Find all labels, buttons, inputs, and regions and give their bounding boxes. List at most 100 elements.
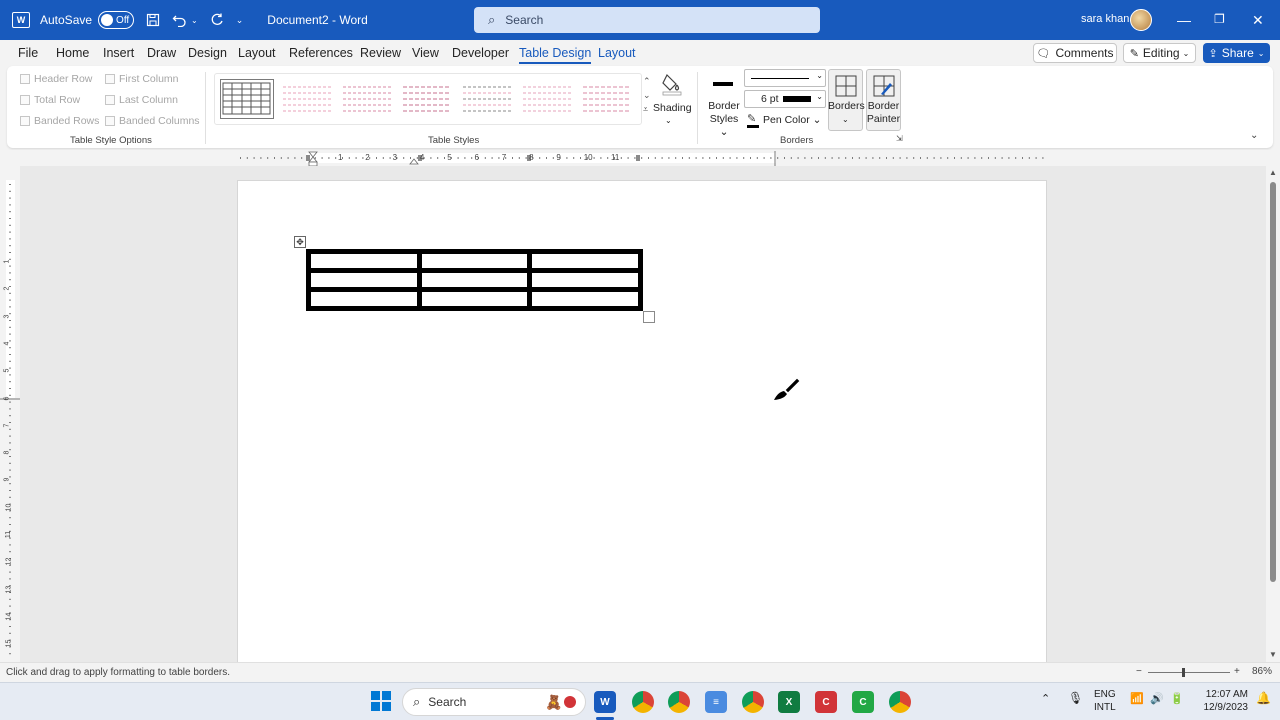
tab-review[interactable]: Review [360, 46, 401, 60]
line-style-preview [751, 78, 809, 79]
search-box[interactable]: ⌕ Search [474, 7, 820, 33]
tab-insert[interactable]: Insert [103, 46, 134, 60]
notification-bell-icon[interactable]: 🔔 [1256, 692, 1271, 705]
chrome-icon-3[interactable] [742, 691, 764, 713]
user-name[interactable]: sara khan [1081, 13, 1129, 25]
table-row [306, 287, 643, 311]
total-row-checkbox[interactable]: Total Row [20, 94, 80, 106]
avatar[interactable] [1130, 9, 1152, 31]
undo-icon[interactable] [172, 13, 188, 27]
taskbar: ⌕ Search 🧸 W ≡ X C C ⌃ 🎙 ENG INTL 📶 🔊 🔋 … [0, 682, 1280, 720]
tab-home[interactable]: Home [56, 46, 89, 60]
table-cell[interactable] [306, 249, 422, 273]
document-table[interactable] [306, 249, 643, 311]
border-styles-button[interactable]: Border Styles ⌄ [705, 70, 745, 138]
table-cell[interactable] [306, 287, 422, 311]
tab-draw[interactable]: Draw [147, 46, 176, 60]
word-taskbar-icon[interactable]: W [594, 691, 616, 713]
customize-toolbar-icon[interactable]: ⌄ [236, 15, 244, 26]
tab-developer[interactable]: Developer [452, 46, 509, 60]
microphone-icon[interactable]: 🎙 [1068, 692, 1083, 705]
zoom-level[interactable]: 86% [1252, 666, 1272, 677]
volume-icon[interactable]: 🔊 [1150, 693, 1164, 706]
borders-dialog-launcher-icon[interactable]: ⇲ [896, 134, 903, 143]
option-label: Last Column [119, 94, 178, 106]
zoom-slider-thumb[interactable] [1182, 668, 1185, 677]
clock[interactable]: 12:07 AM 12/9/2023 [1196, 688, 1249, 714]
ruler-number: 6 [474, 153, 479, 162]
chrome-icon-2[interactable] [668, 691, 690, 713]
camtasia-red-icon[interactable]: C [815, 691, 837, 713]
last-column-checkbox[interactable]: Last Column [105, 94, 178, 106]
editing-button[interactable]: ✎ Editing ⌄ [1123, 43, 1196, 63]
table-style-pink-3[interactable] [400, 79, 454, 119]
chrome-profile-icon[interactable] [889, 691, 911, 713]
table-style-grid-pink[interactable] [280, 79, 334, 119]
save-icon[interactable] [146, 13, 160, 27]
zoom-slider[interactable] [1148, 668, 1230, 677]
comments-label: Comments [1055, 46, 1114, 60]
tab-design[interactable]: Design [188, 46, 227, 60]
table-cell[interactable] [416, 268, 533, 292]
header-row-checkbox[interactable]: Header Row [20, 73, 92, 85]
table-resize-handle[interactable] [643, 311, 655, 323]
undo-dropdown-icon[interactable]: ⌄ [191, 16, 198, 25]
comments-button[interactable]: 🗨 Comments [1033, 43, 1117, 63]
notepad-icon[interactable]: ≡ [705, 691, 727, 713]
border-painter-button[interactable]: Border Painter [866, 69, 901, 131]
table-cell[interactable] [416, 287, 533, 311]
close-icon[interactable]: ✕ [1252, 12, 1264, 29]
restore-icon[interactable]: ❐ [1214, 12, 1225, 26]
zoom-out-button[interactable]: − [1136, 666, 1142, 677]
table-cell[interactable] [416, 249, 533, 273]
windows-start-icon[interactable] [371, 691, 391, 711]
vertical-scrollbar[interactable]: ▲ ▼ [1266, 166, 1280, 662]
tab-file[interactable]: File [18, 46, 38, 60]
chevron-down-icon: ⌄ [816, 92, 823, 101]
redo-icon[interactable] [210, 13, 224, 27]
table-style-pink-4[interactable] [520, 79, 574, 119]
scroll-up-icon[interactable]: ▲ [1269, 168, 1277, 177]
borders-button[interactable]: Borders ⌄ [828, 69, 865, 131]
banded-rows-checkbox[interactable]: Banded Rows [20, 115, 99, 127]
banded-columns-checkbox[interactable]: Banded Columns [105, 115, 200, 127]
first-column-checkbox[interactable]: First Column [105, 73, 179, 85]
tray-chevron-icon[interactable]: ⌃ [1041, 693, 1050, 706]
battery-icon[interactable]: 🔋 [1170, 693, 1184, 706]
table-cell[interactable] [527, 268, 643, 292]
zoom-in-button[interactable]: + [1234, 666, 1240, 677]
minimize-icon[interactable]: — [1177, 12, 1191, 28]
autosave-toggle[interactable]: Off [98, 11, 135, 29]
table-cell[interactable] [306, 268, 422, 292]
table-style-pink-2[interactable] [340, 79, 394, 119]
shading-button[interactable]: Shading ⌄ [653, 70, 692, 126]
word-logo-icon[interactable]: W [12, 12, 30, 28]
line-style-combo[interactable]: ⌄ [744, 69, 826, 87]
scrollbar-thumb[interactable] [1270, 182, 1276, 582]
tab-view[interactable]: View [412, 46, 439, 60]
excel-icon[interactable]: X [778, 691, 800, 713]
table-move-handle-icon[interactable]: ✥ [294, 236, 306, 248]
table-cell[interactable] [527, 287, 643, 311]
gallery-up-icon[interactable]: ⌃ [643, 74, 653, 88]
table-style-pink-5[interactable] [580, 79, 634, 119]
camtasia-green-icon[interactable]: C [852, 691, 874, 713]
tab-layout[interactable]: Layout [238, 46, 276, 60]
tab-table-design[interactable]: Table Design [519, 46, 592, 64]
gallery-more-icon[interactable]: ⩡ [643, 102, 653, 116]
line-weight-combo[interactable]: 6 pt ⌄ [744, 90, 826, 108]
tab-references[interactable]: References [289, 46, 353, 60]
chrome-icon[interactable] [632, 691, 654, 713]
gallery-down-icon[interactable]: ⌄ [643, 88, 653, 102]
taskbar-search[interactable]: ⌕ Search 🧸 [402, 688, 586, 716]
language-indicator[interactable]: ENG INTL [1094, 688, 1116, 714]
scroll-down-icon[interactable]: ▼ [1269, 650, 1277, 659]
table-cell[interactable] [527, 249, 643, 273]
ribbon-collapse-icon[interactable]: ⌄ [1250, 130, 1258, 141]
share-button[interactable]: ⇪ Share ⌄ [1203, 43, 1270, 63]
wifi-icon[interactable]: 📶 [1130, 693, 1144, 706]
table-style-grey-pink[interactable] [460, 79, 514, 119]
pen-color-button[interactable]: ✎ Pen Color ⌄ [747, 113, 821, 129]
table-style-plain-grid[interactable] [220, 79, 274, 119]
tab-table-layout[interactable]: Layout [598, 46, 636, 60]
